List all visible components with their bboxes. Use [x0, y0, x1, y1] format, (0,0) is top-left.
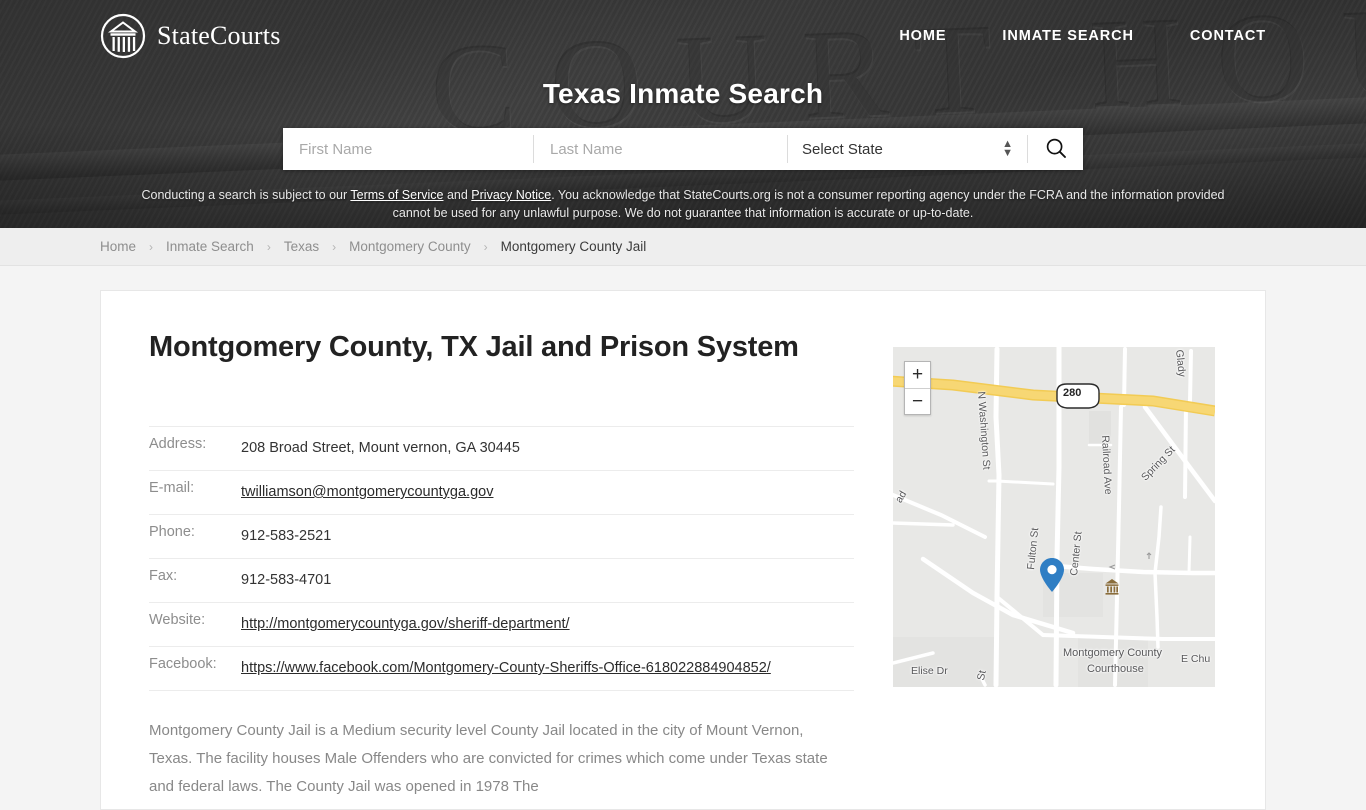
facebook-link[interactable]: https://www.facebook.com/Montgomery-Coun…: [241, 660, 771, 676]
disclaimer-text-2: and: [443, 188, 472, 202]
table-row: Address: 208 Broad Street, Mount vernon,…: [149, 426, 854, 471]
breadcrumb-bar: Home › Inmate Search › Texas › Montgomer…: [0, 228, 1366, 266]
table-row: Facebook: https://www.facebook.com/Montg…: [149, 647, 854, 691]
content-column: Montgomery County, TX Jail and Prison Sy…: [149, 331, 859, 809]
map-pin-marker[interactable]: [1039, 557, 1065, 593]
nav-item-contact[interactable]: CONTACT: [1190, 28, 1266, 44]
info-value-website: http://montgomerycountyga.gov/sheriff-de…: [239, 603, 854, 647]
magnifier-icon: [1045, 137, 1067, 162]
info-label-facebook: Facebook:: [149, 656, 217, 672]
info-label-address: Address:: [149, 436, 207, 452]
site-header: COURT HOUSE StateCourt: [0, 0, 1366, 228]
facility-description: Montgomery County Jail is a Medium secur…: [149, 722, 828, 795]
courthouse-circle-logo-icon: [100, 13, 146, 59]
email-link[interactable]: twilliamson@montgomerycountyga.gov: [241, 484, 493, 500]
search-button[interactable]: [1028, 128, 1083, 170]
location-map[interactable]: N Washington St Railroad Ave Spring St G…: [893, 347, 1215, 687]
table-row: Phone: 912-583-2521: [149, 515, 854, 559]
breadcrumb-item-current: Montgomery County Jail: [500, 239, 647, 254]
highway-shield-280: [1056, 383, 1100, 409]
site-logo-link[interactable]: StateCourts: [100, 13, 281, 59]
website-link[interactable]: http://montgomerycountyga.gov/sheriff-de…: [241, 616, 570, 632]
breadcrumb-item-montgomery-county[interactable]: Montgomery County: [349, 239, 471, 254]
map-column: N Washington St Railroad Ave Spring St G…: [893, 331, 1217, 809]
disclaimer-text-1: Conducting a search is subject to our: [141, 188, 351, 202]
info-value-email: twilliamson@montgomerycountyga.gov: [239, 471, 854, 515]
table-row: Fax: 912-583-4701: [149, 559, 854, 603]
info-value-facebook: https://www.facebook.com/Montgomery-Coun…: [239, 647, 854, 691]
top-bar: StateCourts HOME INMATE SEARCH CONTACT: [0, 0, 1366, 72]
state-select-wrapper: Select State ▲ ▼: [788, 128, 1027, 170]
breadcrumb-separator-icon: ›: [332, 239, 337, 254]
breadcrumb-separator-icon: ›: [483, 239, 488, 254]
info-label-fax: Fax:: [149, 568, 178, 584]
info-value-fax: 912-583-4701: [241, 572, 332, 588]
map-zoom-in-button[interactable]: +: [905, 362, 930, 388]
breadcrumb-item-inmate-search[interactable]: Inmate Search: [166, 239, 254, 254]
state-select[interactable]: Select State: [788, 140, 1027, 158]
info-label-website: Website:: [149, 612, 206, 628]
info-value-phone: 912-583-2521: [241, 528, 332, 544]
breadcrumb-separator-icon: ›: [266, 239, 271, 254]
map-zoom-controls: + −: [904, 361, 931, 415]
facility-info-table: Address: 208 Broad Street, Mount vernon,…: [149, 426, 854, 691]
map-canvas: [893, 347, 1215, 687]
info-label-email: E-mail:: [149, 480, 195, 496]
search-disclaimer: Conducting a search is subject to our Te…: [128, 186, 1238, 222]
page-title: Montgomery County, TX Jail and Prison Sy…: [149, 331, 799, 363]
first-name-input[interactable]: [283, 128, 533, 170]
table-row: E-mail: twilliamson@montgomerycountyga.g…: [149, 471, 854, 515]
nav-item-inmate-search[interactable]: INMATE SEARCH: [1002, 28, 1133, 44]
breadcrumb: Home › Inmate Search › Texas › Montgomer…: [100, 239, 646, 254]
info-value-address: 208 Broad Street, Mount vernon, GA 30445: [241, 440, 520, 456]
table-row: Website: http://montgomerycountyga.gov/s…: [149, 603, 854, 647]
breadcrumb-item-texas[interactable]: Texas: [284, 239, 319, 254]
privacy-notice-link[interactable]: Privacy Notice: [471, 188, 551, 202]
main-navigation: HOME INMATE SEARCH CONTACT: [899, 28, 1266, 44]
info-label-phone: Phone:: [149, 524, 195, 540]
terms-of-service-link[interactable]: Terms of Service: [350, 188, 443, 202]
brand-name: StateCourts: [157, 21, 281, 50]
content-card: Montgomery County, TX Jail and Prison Sy…: [100, 290, 1266, 810]
last-name-input[interactable]: [534, 128, 787, 170]
nav-item-home[interactable]: HOME: [899, 28, 946, 44]
hero-title: Texas Inmate Search: [542, 78, 824, 109]
breadcrumb-separator-icon: ›: [149, 239, 154, 254]
page-body: Montgomery County, TX Jail and Prison Sy…: [0, 266, 1366, 810]
breadcrumb-item-home[interactable]: Home: [100, 239, 136, 254]
inmate-search-form: Select State ▲▼: [283, 128, 1083, 170]
map-zoom-out-button[interactable]: −: [905, 388, 930, 414]
